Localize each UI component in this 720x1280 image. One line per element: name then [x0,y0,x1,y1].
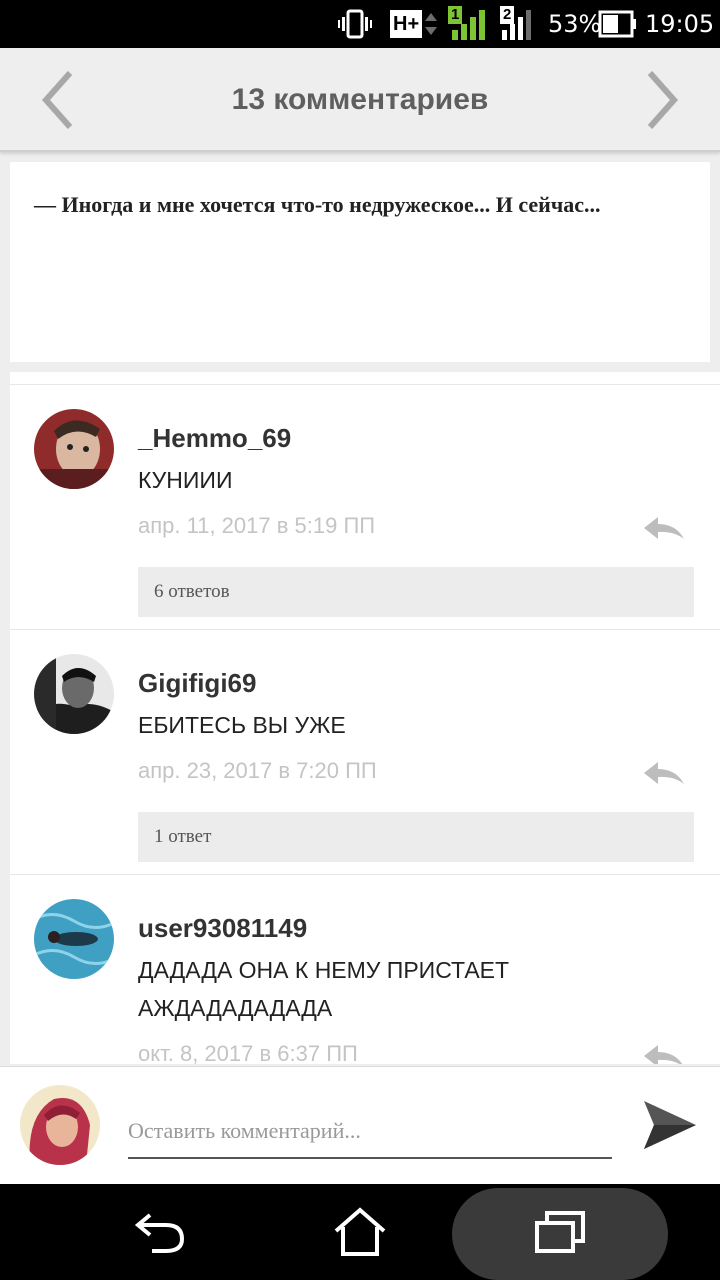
comment-date: апр. 11, 2017 в 5:19 ПП [138,513,376,538]
reply-icon[interactable] [642,1041,686,1064]
replies-button[interactable]: 6 ответов [138,567,694,617]
network-badge: H+ [390,10,423,38]
network-type-icon: H+ [390,0,438,48]
comment-date: окт. 8, 2017 в 6:37 ПП [138,1041,358,1064]
signal-sim1-icon: 1 [446,0,490,48]
system-nav-bar [0,1184,720,1280]
clock: 19:05 [645,10,715,38]
comment-composer [0,1066,720,1184]
home-icon[interactable] [320,1184,400,1280]
comment-username[interactable]: user93081149 [138,913,307,944]
comment-item: user93081149 ДАДАДА ОНА К НЕМУ ПРИСТАЕТ … [10,874,720,1064]
reply-icon[interactable] [642,758,686,788]
avatar[interactable] [34,899,114,979]
page-title: 13 комментариев [231,83,489,116]
recents-icon[interactable] [520,1184,600,1280]
post-excerpt-text: — Иногда и мне хочется что-то недружеско… [34,192,601,217]
vibrate-icon [338,0,372,48]
comment-text: ЕБИТЕСЬ ВЫ УЖЕ [138,712,346,738]
replies-button[interactable]: 1 ответ [138,812,694,862]
comment-list[interactable]: _Hemmo_69 КУНИИИ апр. 11, 2017 в 5:19 ПП… [10,372,720,1064]
comment-item: _Hemmo_69 КУНИИИ апр. 11, 2017 в 5:19 ПП… [10,384,720,630]
post-excerpt-card[interactable]: — Иногда и мне хочется что-то недружеско… [10,162,710,362]
comment-date: апр. 23, 2017 в 7:20 ПП [138,758,377,783]
chevron-right-icon[interactable] [642,70,682,130]
comment-input[interactable] [128,1105,612,1159]
avatar[interactable] [34,654,114,734]
back-icon[interactable] [120,1184,200,1280]
comment-item: Gigifigi69 ЕБИТЕСЬ ВЫ УЖЕ апр. 23, 2017 … [10,629,720,875]
comment-text: КУНИИИ [138,467,233,493]
comment-text: АЖДАДАДАДАДА [138,995,333,1021]
battery-icon [598,0,638,48]
comment-username[interactable]: Gigifigi69 [138,668,256,699]
reply-icon[interactable] [642,513,686,543]
send-icon[interactable] [640,1097,700,1153]
comment-text: ДАДАДА ОНА К НЕМУ ПРИСТАЕТ [138,957,510,983]
comment-username[interactable]: _Hemmo_69 [138,423,291,454]
battery-percent: 53% [548,10,602,38]
avatar [20,1085,100,1165]
signal-sim2-icon: 2 [498,0,538,48]
status-bar: H+ 1 2 53% 19:05 [0,0,720,48]
header: 13 комментариев [0,48,720,152]
avatar[interactable] [34,409,114,489]
